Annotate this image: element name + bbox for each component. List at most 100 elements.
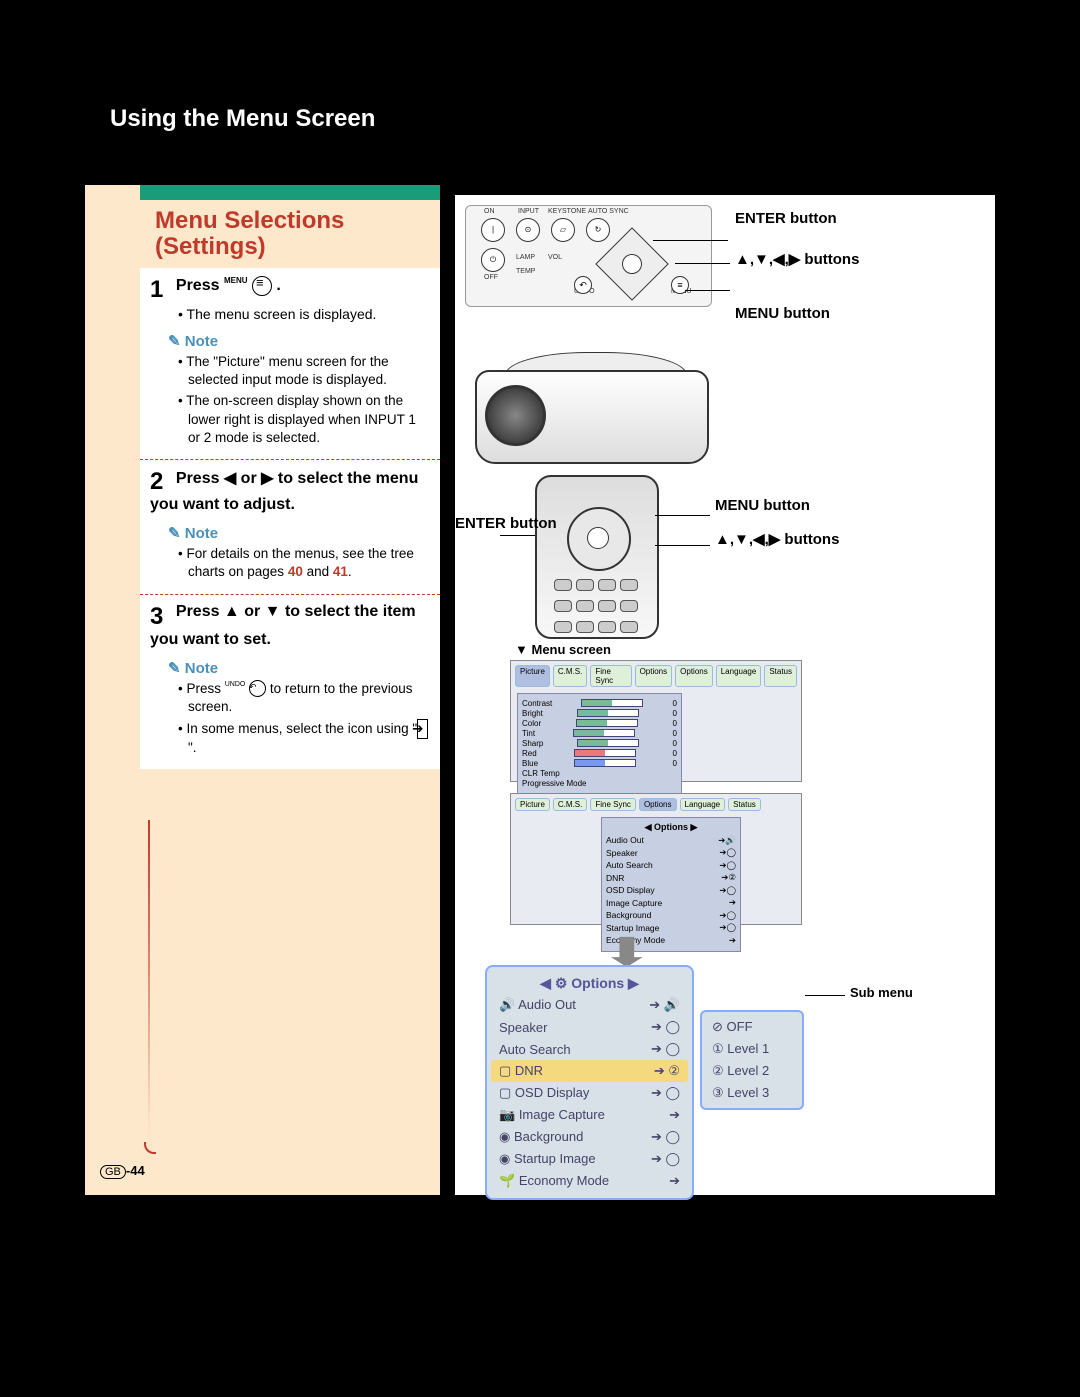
- v: 0: [673, 749, 677, 758]
- osd-tab: C.M.S.: [553, 798, 587, 811]
- remote-control-illustration: [535, 475, 659, 639]
- t: Background: [514, 1129, 583, 1144]
- label-remote-enter: ENTER button: [455, 515, 557, 532]
- keystone-button[interactable]: ▱: [551, 218, 575, 242]
- osd-options-title: ◀ Options ▶: [606, 822, 736, 833]
- option-row: 📷 Image Capture➔: [487, 1104, 692, 1126]
- step-1-head: Press MENU .: [176, 277, 281, 294]
- remote-button[interactable]: [554, 600, 572, 612]
- remote-button[interactable]: [576, 579, 594, 591]
- k: OSD Display: [606, 885, 655, 895]
- sub-menu-item: ① Level 1: [702, 1038, 802, 1060]
- k: Sharp: [522, 739, 543, 748]
- options-menu-enlarged: ◀ ⚙ Options ▶ 🔊 Audio Out➔ 🔊 Speaker➔ ◯ …: [485, 965, 694, 1200]
- step-2-note-1: • For details on the menus, see the tree…: [178, 545, 430, 581]
- step-timeline-line: [148, 820, 150, 1150]
- step-3: 3 Press ▲ or ▼ to select the item you wa…: [140, 595, 440, 770]
- k: Blue: [522, 759, 538, 768]
- remote-button[interactable]: [554, 621, 572, 633]
- t: Level 1: [727, 1041, 769, 1056]
- t: DNR: [515, 1063, 543, 1078]
- remote-enter-button[interactable]: [587, 527, 609, 549]
- undo-label-small: UNDO: [225, 681, 246, 688]
- slider: [581, 699, 643, 707]
- sub-menu: ⊘ OFF ① Level 1 ② Level 2 ③ Level 3: [700, 1010, 804, 1110]
- t: OFF: [727, 1019, 753, 1034]
- osd-tab: Status: [728, 798, 761, 811]
- remote-button[interactable]: [598, 621, 616, 633]
- t: Speaker: [499, 1020, 547, 1035]
- step-1-note-1: • The "Picture" menu screen for the sele…: [178, 353, 430, 389]
- option-row: ◉ Background➔ ◯: [487, 1126, 692, 1148]
- k: Contrast: [522, 699, 552, 708]
- step-1-note-2: • The on-screen display shown on the low…: [178, 392, 430, 447]
- remote-button[interactable]: [576, 600, 594, 612]
- k: Auto Search: [606, 860, 653, 870]
- page-ref-41: 41: [333, 564, 348, 579]
- cp-label-on: ON: [484, 208, 495, 215]
- menu-button[interactable]: ≡: [671, 276, 689, 294]
- remote-button[interactable]: [620, 621, 638, 633]
- slider: [576, 719, 638, 727]
- remote-button[interactable]: [620, 600, 638, 612]
- on-button[interactable]: |: [481, 218, 505, 242]
- option-row-highlighted[interactable]: ▢ DNR➔ ②: [491, 1060, 688, 1082]
- osd-tab: Picture: [515, 665, 550, 687]
- cp-label-temp: TEMP: [516, 268, 535, 275]
- enter-button[interactable]: [622, 254, 642, 274]
- remote-button[interactable]: [598, 600, 616, 612]
- t: .: [348, 564, 352, 579]
- k: Speaker: [606, 848, 638, 858]
- label-remote-direction: ▲,▼,◀,▶ buttons: [715, 530, 865, 548]
- k: Background: [606, 910, 651, 920]
- option-row: 🔊 Audio Out➔ 🔊: [487, 994, 692, 1016]
- step-3-note-1: • Press UNDO ↶ to return to the previous…: [178, 680, 430, 716]
- page-ref-40: 40: [288, 564, 303, 579]
- sub-menu-item: ⊘ OFF: [702, 1016, 802, 1038]
- remote-button[interactable]: [620, 579, 638, 591]
- v: 0: [673, 739, 677, 748]
- v: ➔②: [721, 872, 736, 883]
- off-button[interactable]: ⏻: [481, 248, 505, 272]
- osd-screenshot-picture: Picture C.M.S. Fine Sync Options Options…: [510, 660, 802, 782]
- option-row: ▢ OSD Display➔ ◯: [487, 1082, 692, 1104]
- osd-panel: Contrast0 Bright0 Color0 Tint0 Sharp0 Re…: [517, 693, 682, 794]
- option-row: 🌱 Economy Mode➔: [487, 1170, 692, 1192]
- remote-button[interactable]: [554, 579, 572, 591]
- osd-tab: Fine Sync: [590, 798, 636, 811]
- menu-screen-label: Menu screen: [515, 642, 611, 657]
- input-button[interactable]: ⊙: [516, 218, 540, 242]
- note-label: ✎ Note: [168, 524, 430, 542]
- undo-button[interactable]: ↶: [574, 276, 592, 294]
- label-enter-button: ENTER button: [735, 210, 837, 227]
- step-number: 1: [150, 276, 172, 304]
- direction-pad[interactable]: [596, 228, 666, 298]
- leader-line: [675, 263, 730, 264]
- step-2: 2 Press ◀ or ▶ to select the menu you wa…: [140, 460, 440, 594]
- k: Audio Out: [606, 835, 644, 845]
- t: OSD Display: [515, 1085, 589, 1100]
- t: ".: [188, 740, 197, 755]
- remote-button[interactable]: [576, 621, 594, 633]
- step-3-note-2: • In some menus, select the icon using "…: [178, 719, 430, 757]
- cp-label-autosync: AUTO SYNC: [588, 208, 629, 215]
- step-number: 2: [150, 468, 172, 496]
- sub-menu-item: ③ Level 3: [702, 1082, 802, 1104]
- leader-line: [655, 515, 710, 516]
- v: ➔◯: [719, 922, 736, 933]
- osd-tab: Language: [716, 665, 762, 687]
- section-title-line1: Menu Selections: [155, 207, 344, 234]
- undo-button-icon: ↶: [249, 680, 266, 697]
- cp-label-off: OFF: [484, 274, 498, 281]
- t: Options: [654, 822, 688, 832]
- remote-button[interactable]: [598, 579, 616, 591]
- t: Options: [571, 975, 624, 991]
- slider: [574, 759, 636, 767]
- osd-tab: Options: [639, 798, 677, 811]
- leader-line: [655, 545, 710, 546]
- note-label: ✎ Note: [168, 332, 430, 350]
- osd-tab: Picture: [515, 798, 550, 811]
- t: • Press: [178, 681, 225, 696]
- v: 0: [673, 699, 677, 708]
- v: 0: [673, 729, 677, 738]
